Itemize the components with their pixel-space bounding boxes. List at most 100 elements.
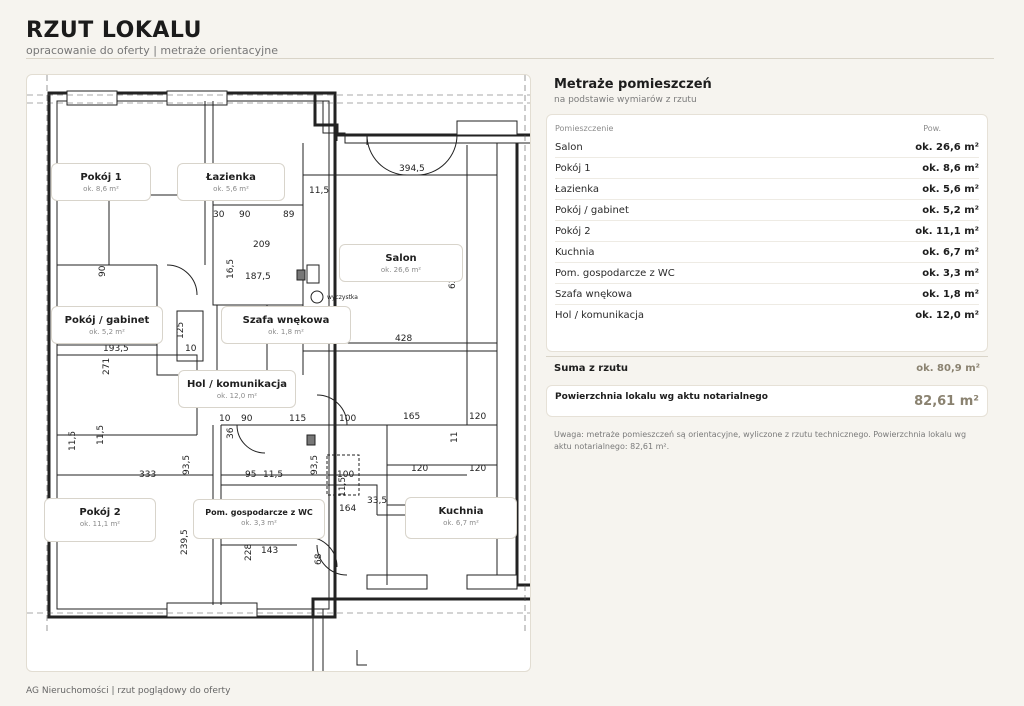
dim-label: 394,5 [399, 164, 425, 174]
col-header-area: Pow. [923, 124, 941, 133]
room-area: ok. 3,3 m² [241, 519, 277, 527]
areas-table: Pomieszczenie Pow. Salon ok. 26,6 m² Pok… [546, 114, 988, 352]
dim-label: 209 [253, 240, 270, 250]
dim-label: 193,5 [103, 344, 129, 354]
dim-label: 115 [289, 414, 306, 424]
annotation-wyczystka: wyczystka [327, 294, 358, 301]
table-row: Szafa wnękowa ok. 1,8 m² [555, 284, 979, 305]
dim-label: 271 [102, 358, 112, 375]
dim-label: 10 [219, 414, 231, 424]
row-room-name: Pokój / gabinet [555, 205, 629, 216]
room-name: Kuchnia [438, 506, 484, 517]
footer-text: AG Nieruchomości | rzut poglądowy do ofe… [26, 686, 231, 696]
row-room-name: Pom. gospodarcze z WC [555, 268, 675, 279]
room-name: Łazienka [206, 172, 256, 183]
row-room-area: ok. 5,2 m² [922, 205, 979, 216]
row-room-name: Salon [555, 142, 583, 153]
room-label-pokoj-1: Pokój 1 ok. 8,6 m² [51, 163, 151, 201]
dim-label: 120 [469, 412, 486, 422]
dim-label: 143 [261, 546, 278, 556]
notary-area-label: Powierzchnia lokalu wg aktu notarialnego [555, 392, 768, 402]
room-label-hol: Hol / komunikacja ok. 12,0 m² [178, 370, 296, 408]
room-name: Salon [385, 253, 417, 264]
room-area: ok. 26,6 m² [380, 266, 422, 274]
row-room-name: Szafa wnękowa [555, 289, 633, 300]
room-area: ok. 1,8 m² [268, 328, 304, 336]
row-room-area: ok. 8,6 m² [922, 163, 979, 174]
dim-label: 93,5 [182, 455, 192, 475]
table-row: Pokój 2 ok. 11,1 m² [555, 221, 979, 242]
room-label-szafa: Szafa wnękowa ok. 1,8 m² [221, 306, 351, 344]
dim-label: 11,5 [96, 425, 106, 445]
room-area: ok. 6,7 m² [443, 519, 479, 527]
dim-label: 68 [314, 553, 324, 565]
room-label-kuchnia: Kuchnia ok. 6,7 m² [405, 497, 517, 539]
row-room-name: Pokój 1 [555, 163, 591, 174]
row-room-area: ok. 11,1 m² [915, 226, 979, 237]
table-row: Pokój 1 ok. 8,6 m² [555, 158, 979, 179]
room-name: Pom. gospodarcze z WC [205, 508, 313, 517]
sum-label: Suma z rzutu [554, 363, 629, 374]
table-row: Kuchnia ok. 6,7 m² [555, 242, 979, 263]
notary-area-card: Powierzchnia lokalu wg aktu notarialnego… [546, 385, 988, 417]
row-room-area: ok. 12,0 m² [915, 310, 979, 321]
areas-subtitle: na podstawie wymiarów z rzutu [554, 95, 697, 105]
dim-label: 36 [226, 427, 236, 439]
dim-label: 33,5 [367, 496, 387, 506]
floor-plan-card: 394,5 620 428 11,5 209 30 90 89 90 187,5… [26, 74, 531, 672]
room-area: ok. 8,6 m² [83, 185, 119, 193]
row-room-name: Kuchnia [555, 247, 595, 258]
col-header-room: Pomieszczenie [555, 124, 614, 133]
table-row: Salon ok. 26,6 m² [555, 137, 979, 158]
table-row: Łazienka ok. 5,6 m² [555, 179, 979, 200]
room-label-salon: Salon ok. 26,6 m² [339, 244, 463, 282]
dim-label: 11,5 [263, 470, 283, 480]
dim-label: 11,5 [338, 477, 348, 497]
table-row: Hol / komunikacja ok. 12,0 m² [555, 305, 979, 326]
room-name: Pokój 2 [79, 507, 121, 518]
sum-divider [546, 356, 988, 357]
dim-label: 187,5 [245, 272, 271, 282]
row-room-area: ok. 26,6 m² [915, 142, 979, 153]
table-row: Pokój / gabinet ok. 5,2 m² [555, 200, 979, 221]
row-room-area: ok. 3,3 m² [922, 268, 979, 279]
dim-label: 120 [411, 464, 428, 474]
dim-label: 428 [395, 334, 412, 344]
sum-value: ok. 80,9 m² [916, 363, 980, 374]
dim-label: 30 [213, 210, 225, 220]
disclaimer-note: Uwaga: metraże pomieszczeń są orientacyj… [554, 430, 967, 451]
dim-label: 16,5 [226, 259, 236, 279]
room-area: ok. 11,1 m² [79, 520, 121, 528]
row-room-name: Hol / komunikacja [555, 310, 645, 321]
dim-label: 228 [244, 544, 254, 561]
dim-label: 125 [176, 322, 186, 339]
room-name: Szafa wnękowa [242, 315, 330, 326]
room-label-pokoj-gabinet: Pokój / gabinet ok. 5,2 m² [51, 306, 163, 344]
dim-label: 89 [283, 210, 295, 220]
notary-area-value: 82,61 m² [914, 394, 979, 409]
row-room-name: Pokój 2 [555, 226, 591, 237]
row-room-area: ok. 5,6 m² [922, 184, 979, 195]
dim-label: 165 [403, 412, 420, 422]
room-label-lazienka: Łazienka ok. 5,6 m² [177, 163, 285, 201]
room-label-pokoj-2: Pokój 2 ok. 11,1 m² [44, 498, 156, 542]
dim-label: 164 [339, 504, 356, 514]
room-area: ok. 5,6 m² [213, 185, 249, 193]
dim-label: 90 [98, 265, 108, 277]
room-name: Hol / komunikacja [186, 379, 288, 390]
header-divider [26, 58, 994, 59]
page-subtitle: opracowanie do oferty | metraże orientac… [26, 44, 278, 57]
dim-label: 100 [339, 414, 356, 424]
room-name: Pokój 1 [80, 172, 122, 183]
room-label-pom-gospodarcze: Pom. gospodarcze z WC ok. 3,3 m² [193, 499, 325, 539]
room-area: ok. 5,2 m² [89, 328, 125, 336]
dim-label: 11,5 [309, 186, 329, 196]
row-room-area: ok. 6,7 m² [922, 247, 979, 258]
table-row: Pom. gospodarcze z WC ok. 3,3 m² [555, 263, 979, 284]
dim-label: 95 [245, 470, 256, 480]
areas-title: Metraże pomieszczeń [554, 77, 712, 92]
dim-label: 93,5 [310, 455, 320, 475]
dim-label: 90 [241, 414, 253, 424]
room-name: Pokój / gabinet [64, 315, 150, 326]
dim-label: 333 [139, 470, 156, 480]
